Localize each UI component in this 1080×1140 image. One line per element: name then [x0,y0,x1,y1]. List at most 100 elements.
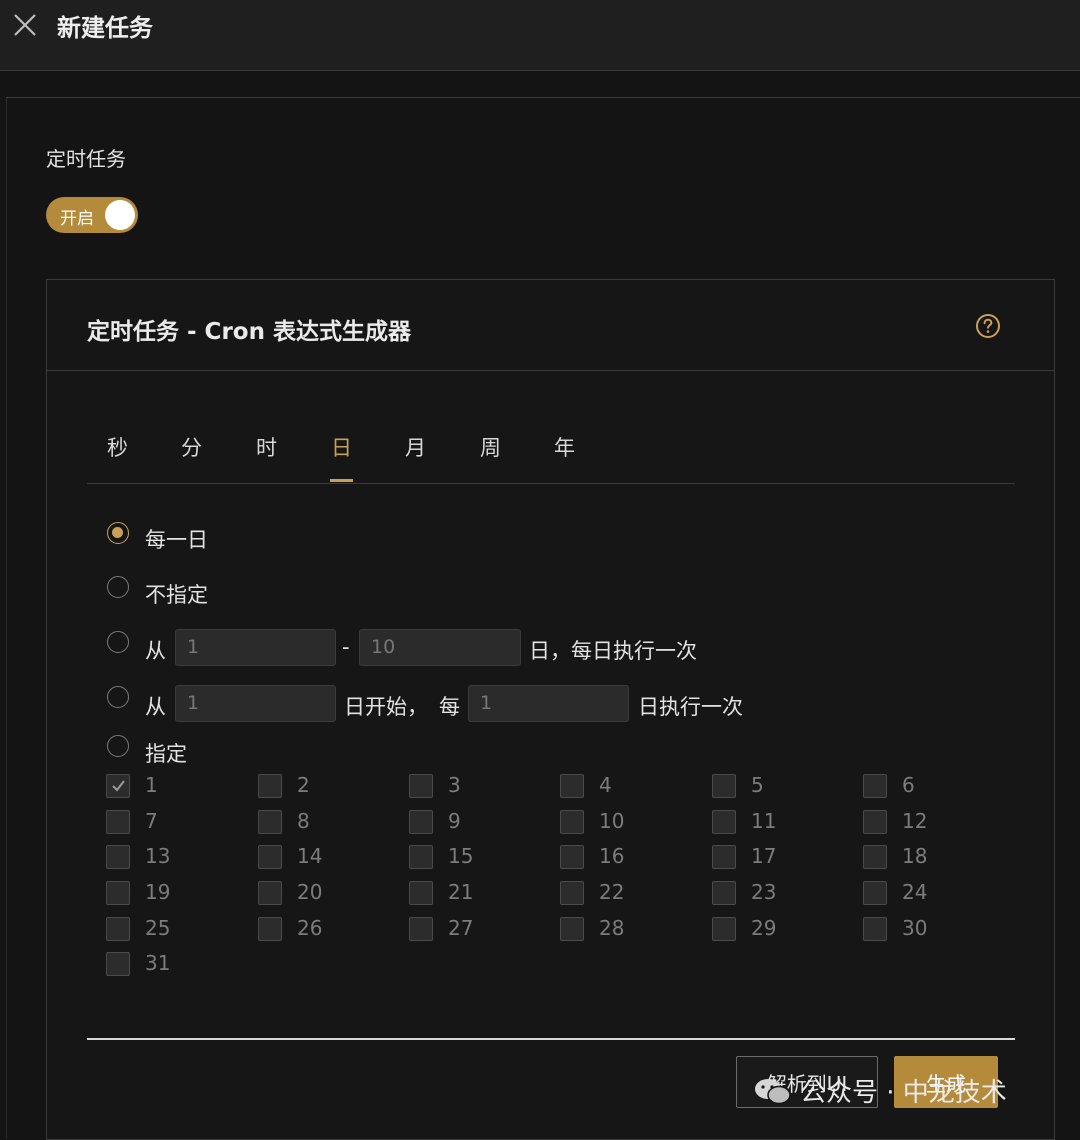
day-label: 28 [599,916,625,940]
day-label: 27 [448,916,474,940]
day-checkbox-26[interactable] [258,917,282,941]
radio-every-day[interactable] [107,522,129,544]
day-label: 23 [751,880,777,904]
day-checkbox-6[interactable] [863,774,887,798]
day-label: 31 [145,951,171,975]
interval-suffix: 日执行一次 [638,695,743,719]
cron-generator-card: 定时任务 - Cron 表达式生成器 秒 分 时 日 月 周 年 每一日 不指定… [46,279,1055,1140]
day-checkbox-31[interactable] [106,952,130,976]
schedule-label: 定时任务 [46,147,126,171]
day-label: 29 [751,916,777,940]
day-checkbox-2[interactable] [258,774,282,798]
day-checkbox-16[interactable] [560,845,584,869]
day-label: 9 [448,809,461,833]
day-checkbox-30[interactable] [863,917,887,941]
tab-year[interactable]: 年 [554,432,575,462]
unspecified-label: 不指定 [145,583,208,607]
range-from-label: 从 [145,639,166,663]
day-label: 25 [145,916,171,940]
day-label: 18 [902,844,928,868]
day-checkbox-29[interactable] [712,917,736,941]
day-label: 21 [448,880,474,904]
day-checkbox-17[interactable] [712,845,736,869]
page-title: 新建任务 [57,14,153,42]
day-label: 11 [751,809,777,833]
day-label: 7 [145,809,158,833]
tab-hour[interactable]: 时 [256,432,277,462]
radio-range[interactable] [107,631,129,653]
toggle-label: 开启 [60,209,94,229]
toggle-knob [105,200,135,230]
day-checkbox-13[interactable] [106,845,130,869]
day-label: 3 [448,773,461,797]
radio-specific[interactable] [107,735,129,757]
day-label: 24 [902,880,928,904]
range-end-input[interactable]: 10 [359,629,521,666]
day-checkbox-23[interactable] [712,881,736,905]
day-label: 17 [751,844,777,868]
day-label: 16 [599,844,625,868]
day-label: 22 [599,880,625,904]
range-dash: - [342,635,350,659]
day-checkbox-7[interactable] [106,810,130,834]
day-label: 12 [902,809,928,833]
day-label: 15 [448,844,474,868]
day-checkbox-18[interactable] [863,845,887,869]
day-checkbox-12[interactable] [863,810,887,834]
day-label: 5 [751,773,764,797]
wechat-icon [755,1078,791,1104]
tab-day[interactable]: 日 [331,432,352,462]
day-checkbox-24[interactable] [863,881,887,905]
day-checkbox-25[interactable] [106,917,130,941]
day-checkbox-22[interactable] [560,881,584,905]
watermark-text: 公众号 · 中龙技术 [800,1078,1007,1108]
day-label: 6 [902,773,915,797]
day-label: 20 [297,880,323,904]
every-day-label: 每一日 [145,528,208,552]
tab-second[interactable]: 秒 [107,432,128,462]
interval-start-input[interactable]: 1 [175,685,336,722]
tab-week[interactable]: 周 [480,432,501,462]
day-checkbox-20[interactable] [258,881,282,905]
tab-month[interactable]: 月 [405,432,426,462]
interval-step-input[interactable]: 1 [468,685,629,722]
day-checkbox-4[interactable] [560,774,584,798]
day-label: 1 [145,773,158,797]
day-label: 2 [297,773,310,797]
day-checkbox-10[interactable] [560,810,584,834]
day-checkbox-15[interactable] [409,845,433,869]
check-icon [112,780,125,792]
help-icon[interactable] [975,313,1001,339]
day-label: 26 [297,916,323,940]
close-icon[interactable] [10,10,40,40]
day-checkbox-21[interactable] [409,881,433,905]
radio-unspecified[interactable] [107,576,129,598]
range-suffix: 日，每日执行一次 [529,639,697,663]
day-checkbox-8[interactable] [258,810,282,834]
day-checkbox-14[interactable] [258,845,282,869]
day-checkbox-27[interactable] [409,917,433,941]
range-start-input[interactable]: 1 [175,629,336,666]
day-checkbox-11[interactable] [712,810,736,834]
active-tab-indicator [330,479,353,482]
day-checkbox-3[interactable] [409,774,433,798]
day-checkbox-9[interactable] [409,810,433,834]
day-label: 19 [145,880,171,904]
day-label: 4 [599,773,612,797]
day-label: 10 [599,809,625,833]
card-title: 定时任务 - Cron 表达式生成器 [87,319,411,345]
watermark: 公众号 · 中龙技术 [752,1072,1007,1109]
day-checkbox-1[interactable] [106,774,130,798]
interval-every-label: 每 [439,695,460,719]
schedule-toggle[interactable]: 开启 [46,197,138,233]
tab-minute[interactable]: 分 [181,432,202,462]
day-checkbox-28[interactable] [560,917,584,941]
radio-interval[interactable] [107,686,129,708]
interval-mid-label: 日开始， [344,695,428,719]
day-label: 30 [902,916,928,940]
day-label: 14 [297,844,323,868]
day-checkbox-19[interactable] [106,881,130,905]
day-checkbox-5[interactable] [712,774,736,798]
day-label: 13 [145,844,171,868]
interval-from-label: 从 [145,695,166,719]
